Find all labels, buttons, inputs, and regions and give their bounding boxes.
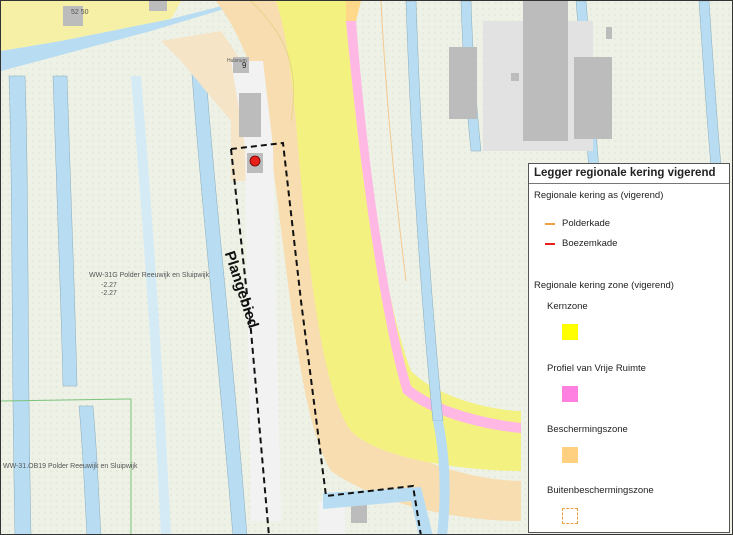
label-ww-lower: WW-31.OB19 Polder Reeuwijk en Sluipwijk bbox=[3, 463, 138, 470]
map-frame: 52 50 Huisnum 9 WW-31G Polder Reeuwijk e… bbox=[0, 0, 733, 535]
legend-label-vrije-ruimte: Profiel van Vrije Ruimte bbox=[547, 363, 646, 374]
legend-label-kernzone: Kernzone bbox=[547, 301, 588, 312]
legend-label-buitenbeschermingszone: Buitenbeschermingszone bbox=[547, 485, 654, 496]
legend-section-axis: Regionale kering as (vigerend) bbox=[534, 190, 664, 201]
building-large bbox=[523, 1, 568, 141]
legend-label-polderkade: Polderkade bbox=[562, 218, 611, 229]
legend-item-boezemkade: Boezemkade bbox=[545, 238, 617, 249]
label-ww-main: WW-31G Polder Reeuwijk en Sluipwijk bbox=[89, 272, 210, 279]
label-building-number: 9 bbox=[242, 61, 247, 70]
legend-section-zone: Regionale kering zone (vigerend) bbox=[534, 280, 674, 291]
legend-title: Legger regionale kering vigerend bbox=[529, 164, 729, 184]
building-small bbox=[511, 73, 519, 81]
label-ww-level-2: -2.27 bbox=[101, 290, 117, 297]
legend-label-boezemkade: Boezemkade bbox=[562, 238, 618, 249]
buitenbeschermingszone-swatch bbox=[562, 508, 578, 524]
location-marker-icon[interactable] bbox=[249, 155, 261, 167]
building-top-3 bbox=[606, 27, 612, 39]
legend-label-beschermingszone: Beschermingszone bbox=[547, 424, 628, 435]
label-house-numbers: 52 50 bbox=[71, 9, 89, 16]
polderkade-line-icon bbox=[545, 222, 555, 225]
label-ww-level-1: -2.27 bbox=[101, 282, 117, 289]
barn bbox=[239, 93, 261, 137]
legend-panel: Legger regionale kering vigerend Regiona… bbox=[528, 163, 730, 533]
beschermingszone-swatch bbox=[562, 447, 578, 463]
building-top-2 bbox=[149, 1, 167, 11]
building-left bbox=[449, 47, 477, 119]
kernzone-swatch bbox=[562, 324, 578, 340]
legend-item-polderkade: Polderkade bbox=[545, 218, 610, 229]
vrije-ruimte-swatch bbox=[562, 386, 578, 402]
building-right bbox=[574, 57, 612, 139]
boezemkade-line-icon bbox=[545, 242, 555, 245]
